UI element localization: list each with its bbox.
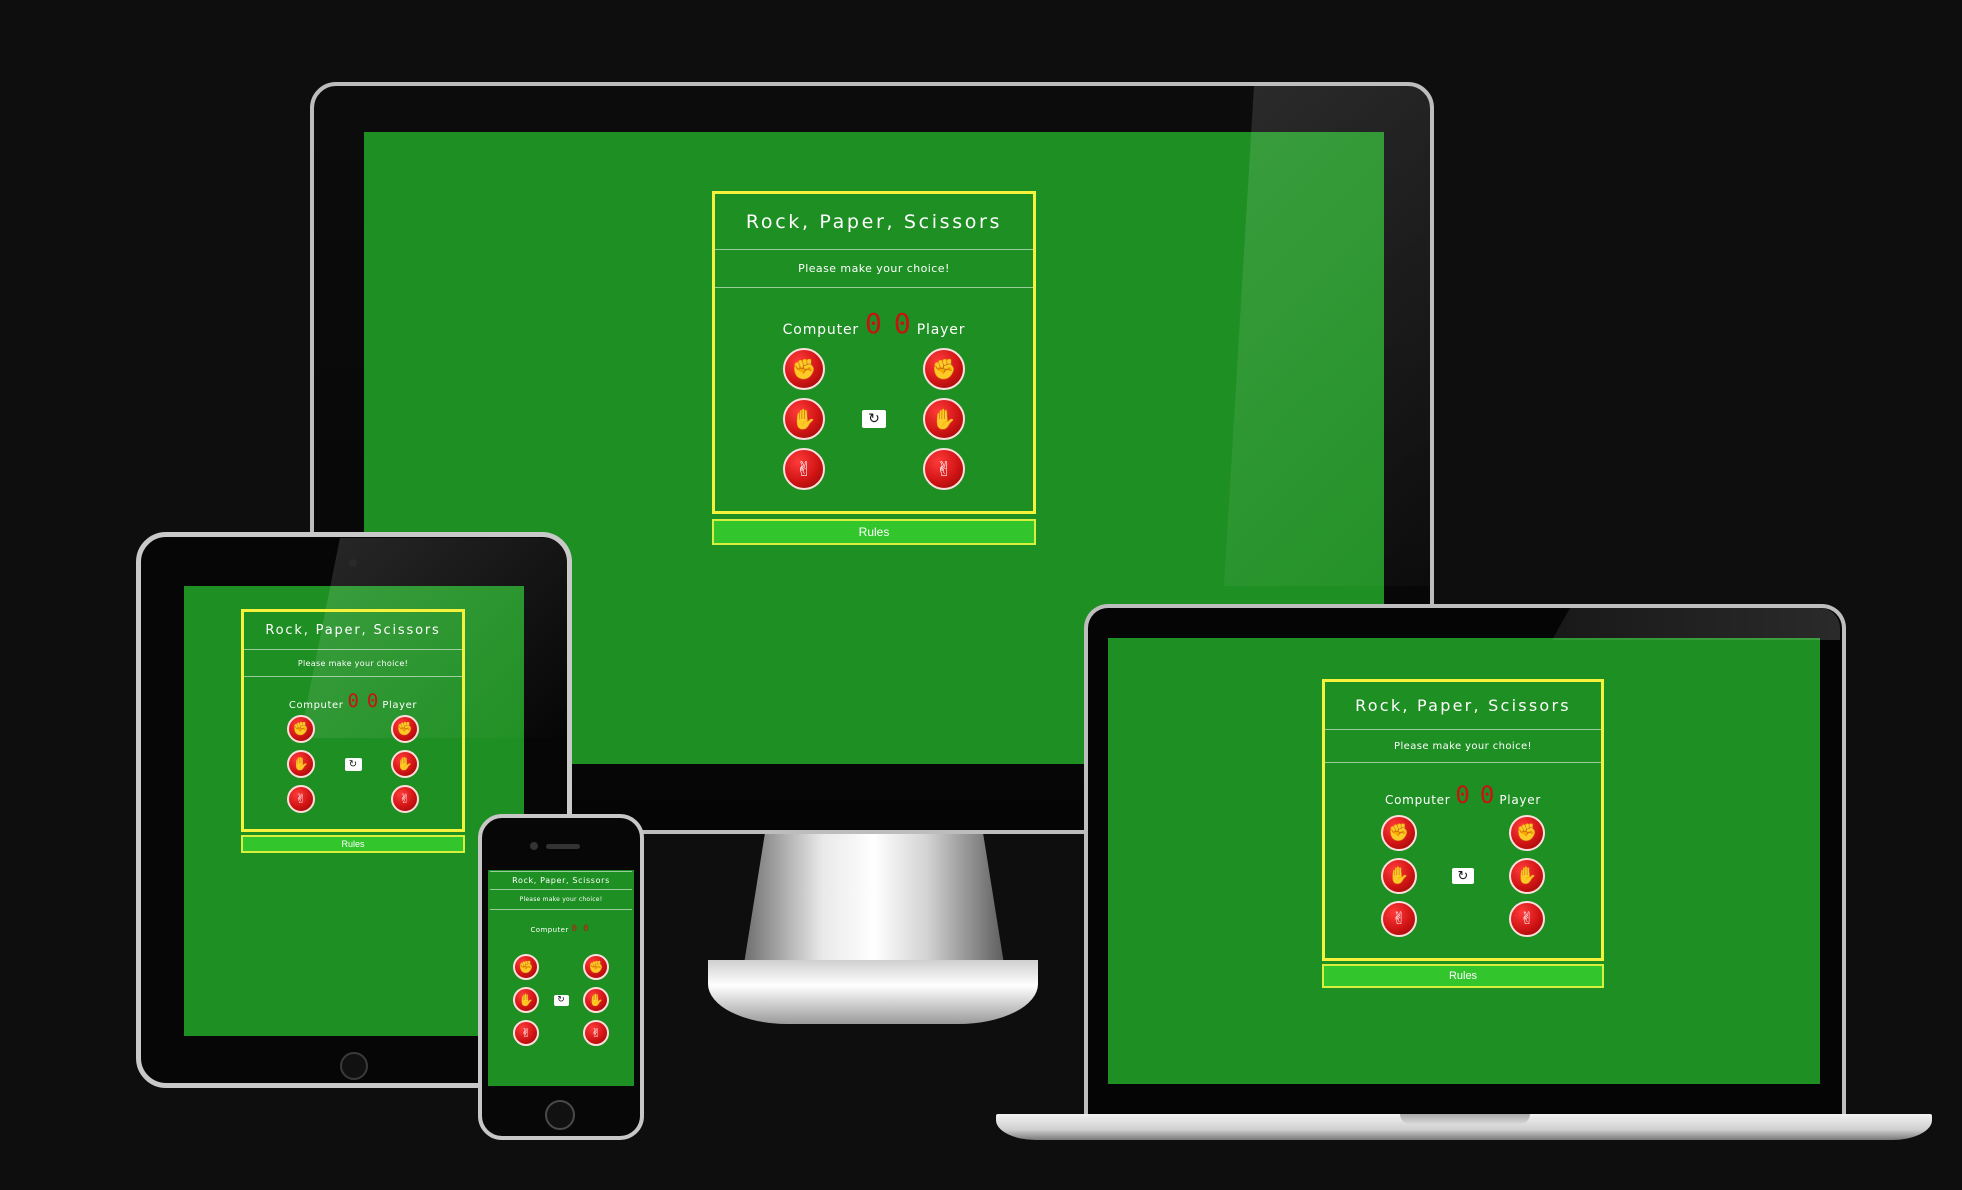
computer-scissors-icon: ✌ xyxy=(1381,901,1417,937)
choice-grid: ✊ ✊ ✋ ↻ ✋ ✌ ✌ xyxy=(715,348,1033,490)
player-paper-button[interactable]: ✋ xyxy=(1509,858,1545,894)
tablet-camera-icon xyxy=(349,559,357,567)
player-score: 0 xyxy=(366,690,379,712)
computer-label: Computer xyxy=(782,322,859,338)
computer-score: 0 xyxy=(865,307,882,340)
scoreboard: Computer 0 0 Player xyxy=(244,690,462,712)
computer-paper-icon: ✋ xyxy=(1381,858,1417,894)
computer-rock-icon: ✊ xyxy=(513,954,539,980)
player-scissors-button[interactable]: ✌ xyxy=(391,785,419,813)
computer-paper-icon: ✋ xyxy=(287,750,315,778)
reset-icon[interactable]: ↻ xyxy=(1452,868,1474,884)
player-label: Player xyxy=(1499,793,1541,807)
computer-score: 0 xyxy=(1455,781,1470,809)
choice-grid: ✊ ✊ ✋ ↻ ✋ ✌ ✌ xyxy=(244,715,462,813)
reset-icon[interactable]: ↻ xyxy=(862,410,886,428)
scoreboard: Computer 0 0 Player xyxy=(715,307,1033,340)
player-paper-button[interactable]: ✋ xyxy=(923,398,965,440)
reset-icon[interactable]: ↻ xyxy=(553,994,569,1006)
player-scissors-button[interactable]: ✌ xyxy=(583,1020,609,1046)
game-message: Please make your choice! xyxy=(1325,730,1601,763)
rules-button[interactable]: Rules xyxy=(241,835,465,853)
game-title: Rock, Paper, Scissors xyxy=(490,872,632,890)
computer-scissors-icon: ✌ xyxy=(287,785,315,813)
computer-score: 0 xyxy=(347,690,359,712)
computer-label: Computer xyxy=(1385,793,1451,807)
computer-scissors-icon: ✌ xyxy=(513,1020,539,1046)
player-rock-button[interactable]: ✊ xyxy=(391,715,419,743)
computer-label: Computer xyxy=(530,926,569,934)
computer-score: 0 xyxy=(571,924,578,934)
player-rock-button[interactable]: ✊ xyxy=(923,348,965,390)
game-title: Rock, Paper, Scissors xyxy=(715,194,1033,250)
player-rock-button[interactable]: ✊ xyxy=(1509,815,1545,851)
computer-paper-icon: ✋ xyxy=(513,987,539,1013)
choice-grid: ✊ ✊ ✋ ↻ ✋ ✌ ✌ xyxy=(1325,815,1601,937)
game-card-laptop: Rock, Paper, Scissors Please make your c… xyxy=(1322,679,1604,961)
laptop-notch xyxy=(1400,1114,1530,1124)
player-score: 0 xyxy=(1479,781,1495,809)
scoreboard: Computer 0 0 xyxy=(490,920,632,935)
phone-home-button xyxy=(545,1100,575,1130)
rules-button[interactable]: Rules xyxy=(712,519,1036,545)
game-card-phone: Rock, Paper, Scissors Please make your c… xyxy=(490,871,632,1079)
reset-icon[interactable]: ↻ xyxy=(344,757,362,771)
tablet-home-button xyxy=(340,1052,368,1080)
choice-grid: ✊ ✊ ✋ ↻ ✋ ✌ ✌ xyxy=(490,954,632,1046)
player-score: 0 xyxy=(583,924,589,934)
player-label: Player xyxy=(382,700,418,711)
game-message: Please make your choice! xyxy=(715,250,1033,288)
rules-button[interactable]: Rules xyxy=(1322,964,1604,988)
monitor-glare xyxy=(1224,86,1430,586)
game-title: Rock, Paper, Scissors xyxy=(1325,682,1601,730)
player-scissors-button[interactable]: ✌ xyxy=(1509,901,1545,937)
phone-speaker xyxy=(546,844,580,849)
monitor-stand-base xyxy=(708,960,1038,1024)
player-score: 0 xyxy=(893,307,911,340)
player-paper-button[interactable]: ✋ xyxy=(391,750,419,778)
player-label: Player xyxy=(916,322,966,338)
player-scissors-button[interactable]: ✌ xyxy=(923,448,965,490)
monitor-stand-neck xyxy=(744,834,1004,964)
game-card-desktop: Rock, Paper, Scissors Please make your c… xyxy=(712,191,1036,514)
computer-label: Computer xyxy=(288,700,344,711)
player-paper-button[interactable]: ✋ xyxy=(583,987,609,1013)
game-message: Please make your choice! xyxy=(244,650,462,677)
scoreboard: Computer 0 0 Player xyxy=(1325,781,1601,807)
computer-scissors-icon: ✌ xyxy=(783,448,825,490)
player-rock-button[interactable]: ✊ xyxy=(583,954,609,980)
game-title: Rock, Paper, Scissors xyxy=(244,612,462,650)
computer-rock-icon: ✊ xyxy=(287,715,315,743)
game-card-tablet: Rock, Paper, Scissors Please make your c… xyxy=(241,609,465,832)
computer-rock-icon: ✊ xyxy=(783,348,825,390)
phone-camera-icon xyxy=(530,842,538,850)
computer-paper-icon: ✋ xyxy=(783,398,825,440)
laptop-glare xyxy=(1552,608,1840,640)
game-message: Please make your choice! xyxy=(490,890,632,910)
computer-rock-icon: ✊ xyxy=(1381,815,1417,851)
